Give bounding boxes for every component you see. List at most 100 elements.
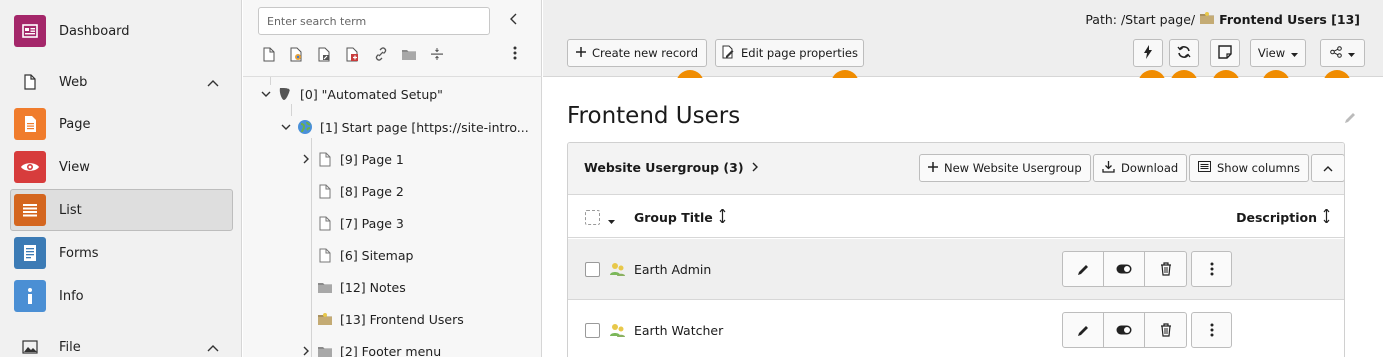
download-button[interactable]: Download xyxy=(1093,154,1188,182)
collapse-button[interactable] xyxy=(1311,154,1344,182)
tree-node-frontend-users[interactable]: [13] Frontend Users xyxy=(316,307,464,331)
more-icon[interactable] xyxy=(1191,251,1232,287)
note-button[interactable] xyxy=(1210,39,1240,67)
tree-node-label: [12] Notes xyxy=(340,279,406,295)
chevron-left-icon[interactable] xyxy=(510,13,518,29)
usergroup-icon xyxy=(609,261,626,281)
view-dropdown-button[interactable]: View xyxy=(1250,39,1306,67)
module-group-label: Web xyxy=(59,74,88,90)
column-group-title[interactable]: Group Title xyxy=(634,208,726,226)
share-icon xyxy=(1330,45,1342,61)
tree-node-label: [6] Sitemap xyxy=(340,247,414,263)
sort-icon xyxy=(719,208,726,226)
lightning-icon xyxy=(1143,44,1153,62)
chevron-down-icon[interactable] xyxy=(260,91,272,98)
breadcrumb: Path: /Start page/ Frontend Users [13] xyxy=(1085,11,1360,28)
doc-header: Path: /Start page/ Frontend Users [13] C… xyxy=(543,0,1383,98)
module-view[interactable]: View xyxy=(10,146,233,188)
tree-node-page-1[interactable]: [9] Page 1 xyxy=(300,147,404,171)
clear-cache-button[interactable] xyxy=(1133,39,1163,67)
tree-node-notes[interactable]: [12] Notes xyxy=(316,275,406,299)
usergroup-title[interactable]: Earth Admin xyxy=(634,262,711,277)
module-group-file[interactable]: File xyxy=(10,332,233,357)
module-list[interactable]: List xyxy=(10,189,233,231)
caret-down-icon[interactable] xyxy=(608,213,615,228)
folder-icon[interactable] xyxy=(399,44,419,64)
more-icon[interactable] xyxy=(1191,312,1232,348)
table-row[interactable]: Earth Watcher xyxy=(568,300,1344,357)
pencil-icon[interactable] xyxy=(1343,111,1357,129)
sort-icon xyxy=(1323,208,1330,226)
note-icon xyxy=(1218,44,1232,62)
chevron-down-icon[interactable] xyxy=(280,124,292,131)
new-page-icon[interactable] xyxy=(259,44,279,64)
tree-search-input[interactable] xyxy=(258,7,490,35)
new-link-page-icon[interactable] xyxy=(343,44,363,64)
edit-page-button[interactable]: Edit page properties xyxy=(715,39,864,67)
panel-title[interactable]: Website Usergroup (3) xyxy=(584,160,758,175)
more-icon[interactable] xyxy=(513,46,517,64)
toggle-icon[interactable] xyxy=(1104,313,1145,347)
tree-node-footer-menu[interactable]: [2] Footer menu xyxy=(300,339,441,357)
tree-node-start-page[interactable]: [1] Start page [https://site-intro... xyxy=(280,115,529,139)
new-usergroup-label: New Website Usergroup xyxy=(944,161,1082,175)
tree-node-label: [1] Start page [https://site-intro... xyxy=(320,119,529,135)
edit-page-label: Edit page properties xyxy=(741,46,858,60)
share-dropdown-button[interactable] xyxy=(1320,39,1365,67)
refresh-icon xyxy=(1177,45,1191,62)
user-folder-icon xyxy=(316,310,334,328)
reload-button[interactable] xyxy=(1169,39,1199,67)
module-forms[interactable]: Forms xyxy=(10,232,233,274)
edit-page-icon xyxy=(721,45,735,62)
page-title: Frontend Users xyxy=(567,103,741,129)
trash-icon[interactable] xyxy=(1145,313,1186,347)
globe-icon xyxy=(296,118,314,136)
typo3-logo-icon xyxy=(276,85,294,103)
column-description[interactable]: Description xyxy=(1236,208,1330,226)
spacer-icon[interactable] xyxy=(427,44,447,64)
column-label: Description xyxy=(1236,210,1317,225)
tree-node-page-3[interactable]: [7] Page 3 xyxy=(316,211,404,235)
create-record-button[interactable]: Create new record xyxy=(567,39,707,67)
column-label: Group Title xyxy=(634,210,713,225)
module-label: View xyxy=(59,159,90,175)
table-row[interactable]: Earth Admin xyxy=(568,239,1344,300)
new-backend-page-icon[interactable] xyxy=(287,44,307,64)
link-icon[interactable] xyxy=(371,44,391,64)
select-all-checkbox[interactable] xyxy=(585,210,600,225)
show-columns-button[interactable]: Show columns xyxy=(1189,154,1310,182)
page-icon xyxy=(316,246,334,264)
pencil-icon[interactable] xyxy=(1063,252,1104,286)
list-icon xyxy=(14,194,46,226)
tree-node-root[interactable]: [0] "Automated Setup" xyxy=(260,82,443,106)
trash-icon[interactable] xyxy=(1145,252,1186,286)
module-label: List xyxy=(59,202,82,218)
folder-icon xyxy=(316,278,334,296)
toggle-icon[interactable] xyxy=(1104,252,1145,286)
module-page[interactable]: Page xyxy=(10,103,233,145)
usergroup-title[interactable]: Earth Watcher xyxy=(634,323,723,338)
module-dashboard[interactable]: Dashboard xyxy=(10,10,233,52)
tree-node-label: [7] Page 3 xyxy=(340,215,404,231)
eye-icon xyxy=(14,151,46,183)
row-checkbox[interactable] xyxy=(585,262,600,277)
plus-icon xyxy=(575,46,586,60)
module-info[interactable]: Info xyxy=(10,275,233,317)
tree-node-page-2[interactable]: [8] Page 2 xyxy=(316,179,404,203)
divider xyxy=(243,76,542,77)
tree-node-sitemap[interactable]: [6] Sitemap xyxy=(316,243,413,267)
info-icon xyxy=(14,280,46,312)
module-group-web[interactable]: Web xyxy=(10,67,233,97)
module-menu: Dashboard Web Page View List Forms Info … xyxy=(0,0,242,357)
tree-node-label: [0] "Automated Setup" xyxy=(300,86,443,102)
new-usergroup-button[interactable]: New Website Usergroup xyxy=(919,154,1091,182)
new-shortcut-icon[interactable] xyxy=(315,44,335,64)
dashboard-icon xyxy=(14,15,46,47)
caret-down-icon xyxy=(1291,46,1299,60)
pencil-icon[interactable] xyxy=(1063,313,1104,347)
create-record-label: Create new record xyxy=(591,46,699,60)
chevron-right-icon[interactable] xyxy=(300,346,312,356)
page-icon xyxy=(316,182,334,200)
chevron-right-icon[interactable] xyxy=(300,154,312,164)
row-checkbox[interactable] xyxy=(585,323,600,338)
